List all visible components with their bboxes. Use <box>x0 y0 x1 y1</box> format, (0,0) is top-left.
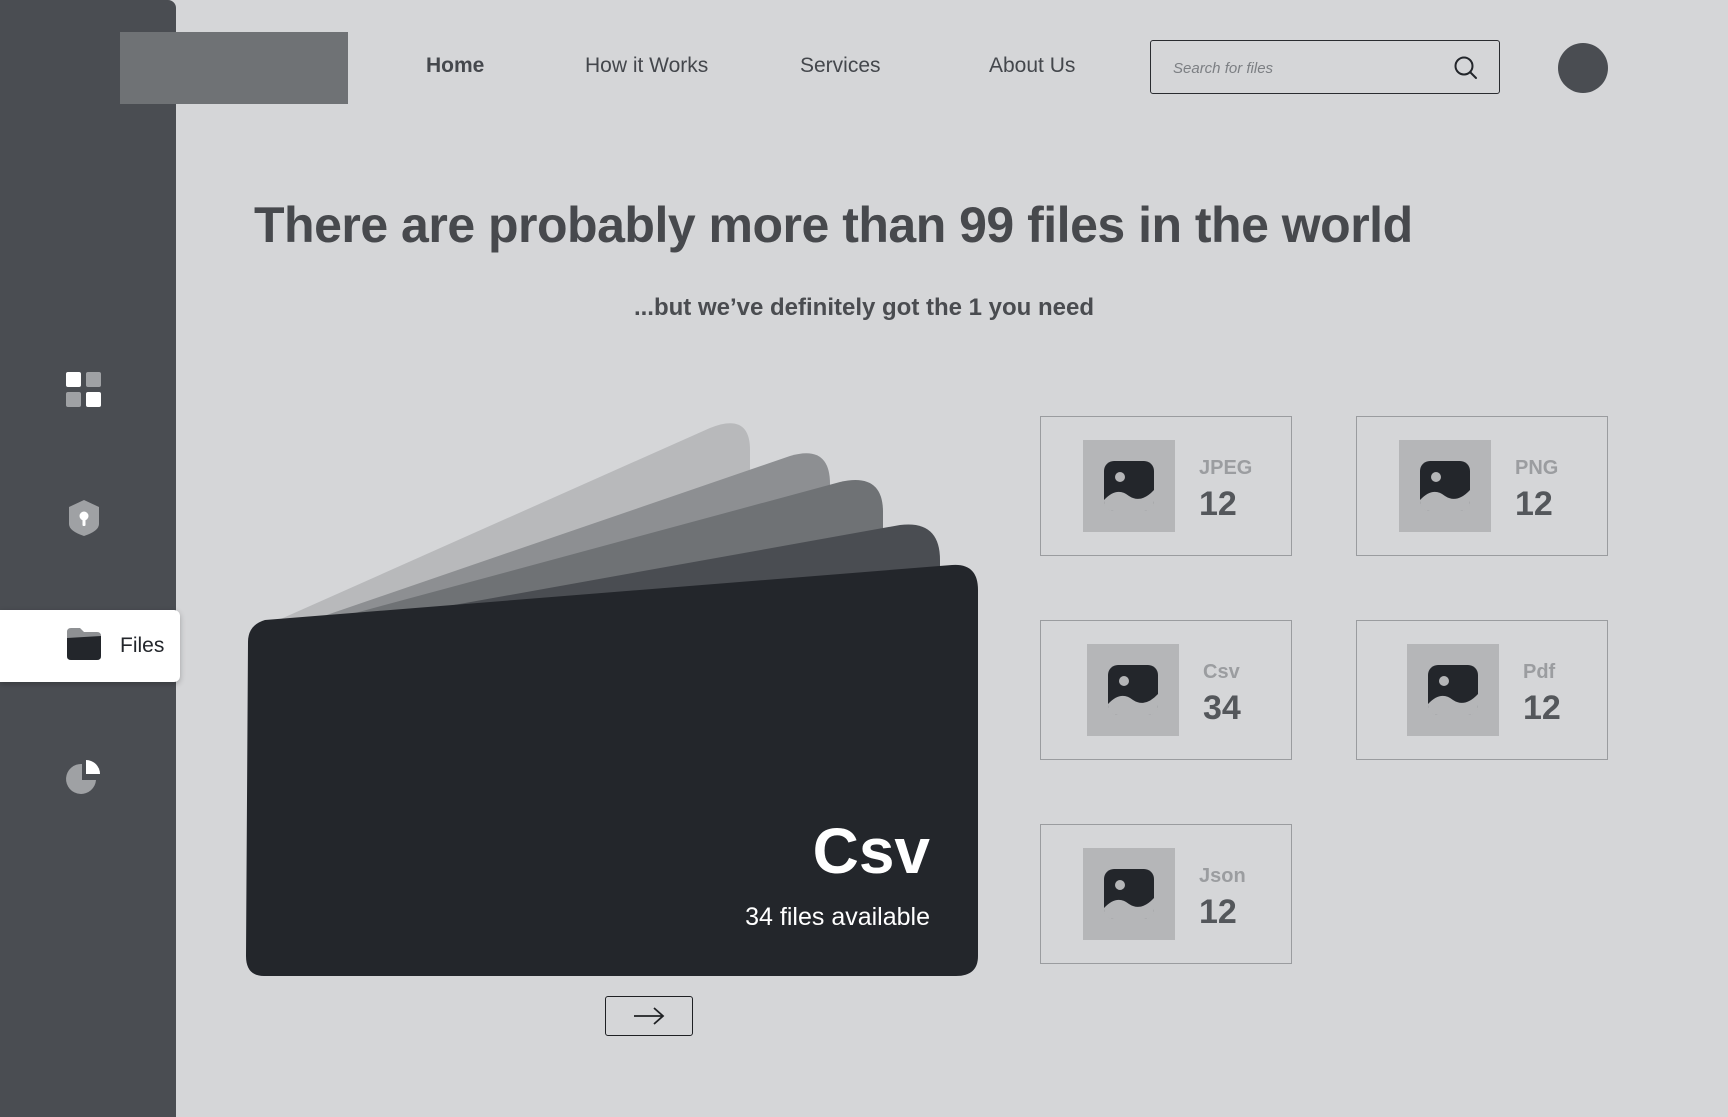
file-type-count: 12 <box>1199 893 1237 931</box>
search-box <box>1150 40 1500 94</box>
dashboard-grid-icon[interactable] <box>64 370 104 410</box>
folder-icon <box>66 626 106 666</box>
file-type-card-jpeg[interactable]: JPEG 12 <box>1040 416 1292 556</box>
featured-folder-stack[interactable] <box>240 420 980 980</box>
next-arrow-button[interactable] <box>605 996 693 1036</box>
file-type-label: PNG <box>1515 457 1559 479</box>
file-type-card-png[interactable]: PNG 12 <box>1356 416 1608 556</box>
page-title: There are probably more than 99 files in… <box>254 197 1413 253</box>
sidebar-item-files[interactable]: Files <box>0 610 180 682</box>
file-type-label: Csv <box>1203 661 1240 683</box>
file-type-count: 12 <box>1199 485 1237 523</box>
nav-about-us[interactable]: About Us <box>989 54 1075 78</box>
avatar[interactable] <box>1558 43 1608 93</box>
file-type-card-csv[interactable]: Csv 34 <box>1040 620 1292 760</box>
arrow-right-icon <box>634 1007 665 1025</box>
image-icon <box>1083 848 1175 940</box>
file-type-label: Json <box>1199 865 1246 887</box>
search-input[interactable] <box>1171 55 1455 81</box>
featured-folder-title: Csv <box>812 815 930 887</box>
featured-folder-count: 34 files available <box>745 903 930 931</box>
image-icon <box>1087 644 1179 736</box>
page-subtitle: ...but we’ve definitely got the 1 you ne… <box>0 294 1728 322</box>
file-type-count: 12 <box>1515 485 1553 523</box>
shield-lock-icon[interactable] <box>64 498 104 538</box>
file-type-count: 34 <box>1203 689 1241 727</box>
image-icon <box>1407 644 1499 736</box>
file-type-count: 12 <box>1523 689 1561 727</box>
file-type-card-json[interactable]: Json 12 <box>1040 824 1292 964</box>
subtitle-text: ...but we’ve definitely got the 1 you ne… <box>633 294 1095 321</box>
file-type-label: Pdf <box>1523 661 1556 683</box>
pie-chart-icon[interactable] <box>64 756 104 796</box>
nav-services[interactable]: Services <box>800 54 881 78</box>
search-icon[interactable] <box>1453 55 1479 81</box>
file-type-card-pdf[interactable]: Pdf 12 <box>1356 620 1608 760</box>
logo-placeholder[interactable] <box>120 32 348 104</box>
image-icon <box>1399 440 1491 532</box>
sidebar: Files <box>0 0 180 1117</box>
file-type-label: JPEG <box>1199 457 1253 479</box>
nav-how-it-works[interactable]: How it Works <box>585 54 708 78</box>
sidebar-item-label: Files <box>120 634 165 657</box>
image-icon <box>1083 440 1175 532</box>
nav-home[interactable]: Home <box>426 54 484 78</box>
